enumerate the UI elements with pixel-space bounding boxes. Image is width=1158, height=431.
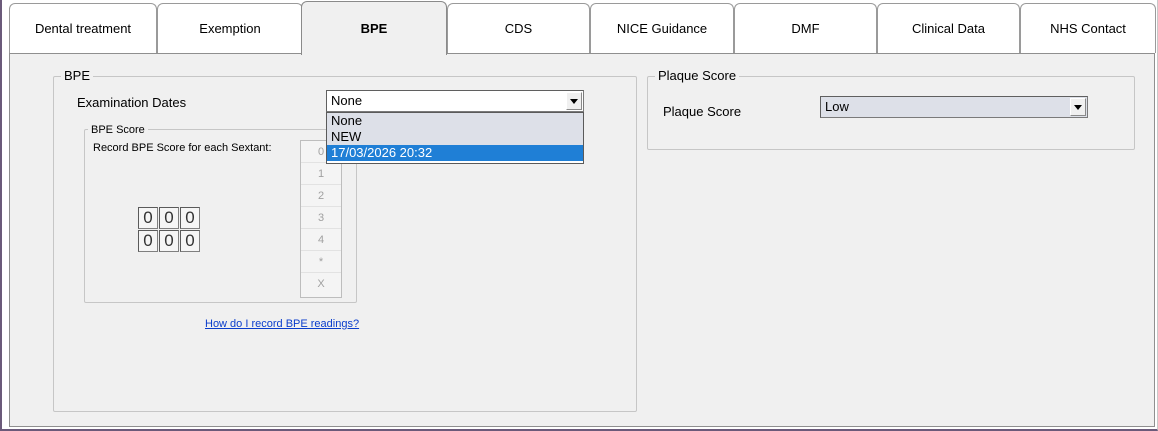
keypad-key-4[interactable]: 4 [301, 229, 341, 251]
chevron-down-icon[interactable] [566, 92, 582, 110]
exam-option-none[interactable]: None [327, 113, 583, 129]
exam-option-new[interactable]: NEW [327, 129, 583, 145]
tab-label: Dental treatment [34, 21, 132, 36]
sextant-lower-left[interactable]: 0 [180, 230, 200, 252]
keypad-key-1[interactable]: 1 [301, 163, 341, 185]
keypad-key-star[interactable]: * [301, 251, 341, 273]
tab-bpe[interactable]: BPE [301, 1, 447, 55]
sextant-value: 0 [164, 208, 174, 227]
plaque-score-value: Low [825, 99, 849, 114]
tab-cds[interactable]: CDS [447, 3, 590, 53]
tab-nice-guidance[interactable]: NICE Guidance [590, 3, 734, 53]
tab-label: BPE [360, 21, 388, 36]
tab-dental-treatment[interactable]: Dental treatment [9, 3, 157, 53]
keypad-key-x[interactable]: X [301, 273, 341, 295]
sextant-upper-anterior[interactable]: 0 [159, 207, 179, 229]
keypad-key-2[interactable]: 2 [301, 185, 341, 207]
bpe-group-title: BPE [61, 68, 94, 84]
sextant-lower-anterior[interactable]: 0 [159, 230, 179, 252]
plaque-score-label: Plaque Score [663, 104, 742, 119]
sextant-value: 0 [185, 231, 195, 250]
tab-label: Clinical Data [912, 21, 985, 36]
keypad-key-3[interactable]: 3 [301, 207, 341, 229]
tab-label: NHS Contact [1050, 21, 1126, 36]
examination-dates-value: None [331, 93, 363, 108]
bpe-score-group: BPE Score Record BPE Score for each Sext… [84, 122, 357, 303]
tab-dmf[interactable]: DMF [734, 3, 877, 53]
tab-exemption[interactable]: Exemption [157, 3, 303, 53]
bpe-score-group-title: BPE Score [88, 122, 148, 138]
sextant-upper-left[interactable]: 0 [180, 207, 200, 229]
tab-panel-bpe: BPE Examination Dates BPE Score Record B… [9, 53, 1155, 427]
exam-option-date[interactable]: 17/03/2026 20:32 [327, 145, 583, 161]
sextant-value: 0 [143, 208, 153, 227]
sextant-lower-right[interactable]: 0 [138, 230, 158, 252]
examination-dates-label: Examination Dates [77, 95, 187, 110]
sextant-upper-right[interactable]: 0 [138, 207, 158, 229]
record-bpe-label: Record BPE Score for each Sextant: [93, 142, 272, 154]
plaque-score-select[interactable]: Low [820, 96, 1088, 118]
bpe-help-link[interactable]: How do I record BPE readings? [205, 318, 359, 330]
plaque-score-group-title: Plaque Score [655, 68, 740, 84]
sextant-value: 0 [143, 231, 153, 250]
tab-label: NICE Guidance [616, 21, 708, 36]
sextant-value: 0 [185, 208, 195, 227]
tab-label: CDS [504, 21, 533, 36]
tab-clinical-data[interactable]: Clinical Data [877, 3, 1020, 53]
tab-label: DMF [791, 21, 820, 36]
chevron-down-icon[interactable] [1070, 98, 1086, 116]
sextant-value: 0 [164, 231, 174, 250]
examination-dates-select[interactable]: None [326, 90, 584, 112]
tab-label: Exemption [199, 21, 261, 36]
examination-dates-dropdown: None NEW 17/03/2026 20:32 [326, 112, 584, 164]
tab-nhs-contact[interactable]: NHS Contact [1020, 3, 1156, 53]
